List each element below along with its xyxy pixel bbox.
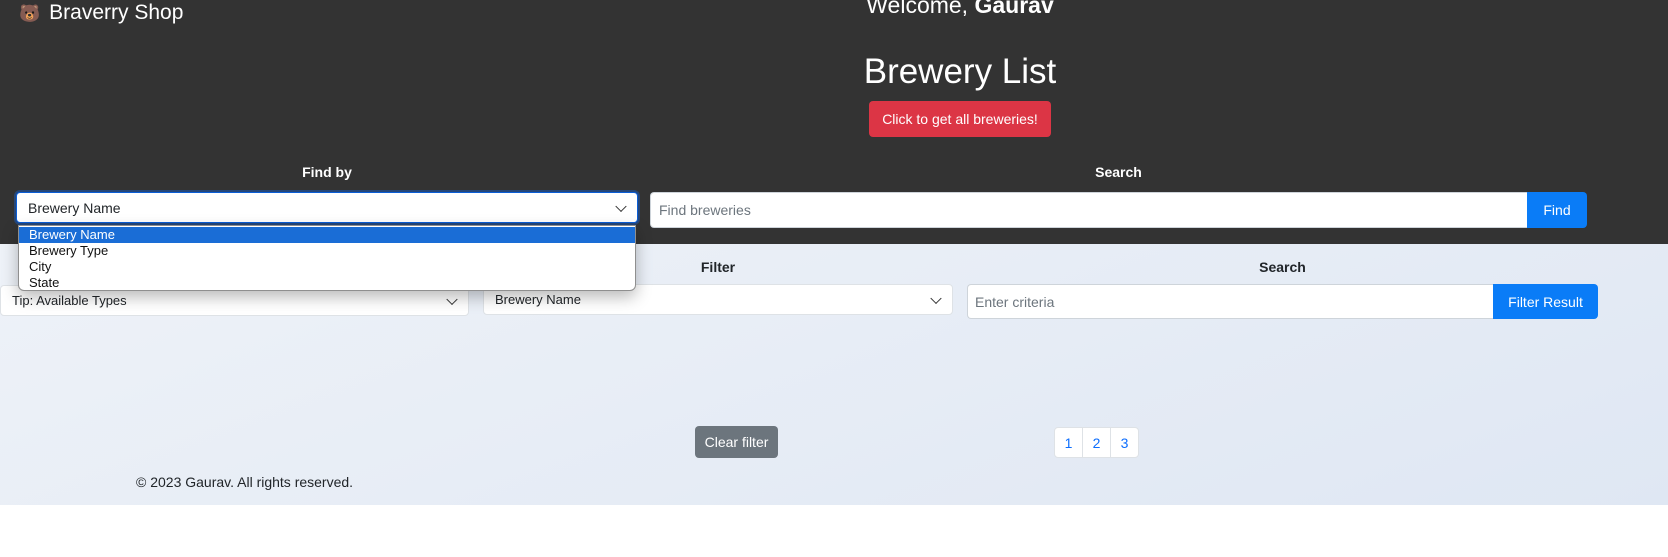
find-by-selected-value: Brewery Name [28, 199, 121, 216]
filter-criteria-input[interactable] [967, 284, 1493, 319]
user-name: Gaurav [974, 0, 1054, 18]
page-link[interactable]: 1 [1054, 427, 1083, 458]
filter-search-label: Search [1259, 259, 1306, 275]
page-link[interactable]: 2 [1082, 427, 1111, 458]
dropdown-option-city[interactable]: City [19, 259, 635, 275]
filter-result-button[interactable]: Filter Result [1493, 284, 1598, 319]
clear-filter-button[interactable]: Clear filter [695, 426, 778, 458]
find-button[interactable]: Find [1527, 192, 1587, 228]
chevron-down-icon [930, 292, 942, 304]
chevron-down-icon [446, 293, 458, 305]
dropdown-option-state[interactable]: State [19, 275, 635, 291]
filter-selected-value: Brewery Name [495, 292, 581, 307]
search-input[interactable] [650, 192, 1527, 228]
dropdown-option-brewery-name[interactable]: Brewery Name [19, 227, 635, 243]
pagination: 1 2 3 [1054, 427, 1139, 458]
welcome-message: Welcome, Gaurav [0, 0, 1668, 19]
available-types-value: Tip: Available Types [12, 293, 127, 308]
search-label: Search [1095, 164, 1142, 180]
chevron-down-icon [615, 200, 627, 212]
find-by-select[interactable]: Brewery Name [16, 192, 638, 223]
header: 🐻 Braverry Shop Welcome, Gaurav Brewery … [0, 0, 1668, 244]
page-title: Brewery List [863, 52, 1057, 91]
find-by-label: Find by [302, 164, 352, 180]
search-group: Find [650, 192, 1587, 228]
find-by-dropdown-list: Brewery Name Brewery Type City State [18, 225, 636, 291]
welcome-prefix: Welcome, [866, 0, 969, 18]
page-link[interactable]: 3 [1110, 427, 1139, 458]
dropdown-option-brewery-type[interactable]: Brewery Type [19, 243, 635, 259]
footer-copyright: © 2023 Gaurav. All rights reserved. [136, 474, 354, 490]
get-all-breweries-button[interactable]: Click to get all breweries! [869, 101, 1051, 137]
filter-search-group: Filter Result [967, 284, 1598, 319]
